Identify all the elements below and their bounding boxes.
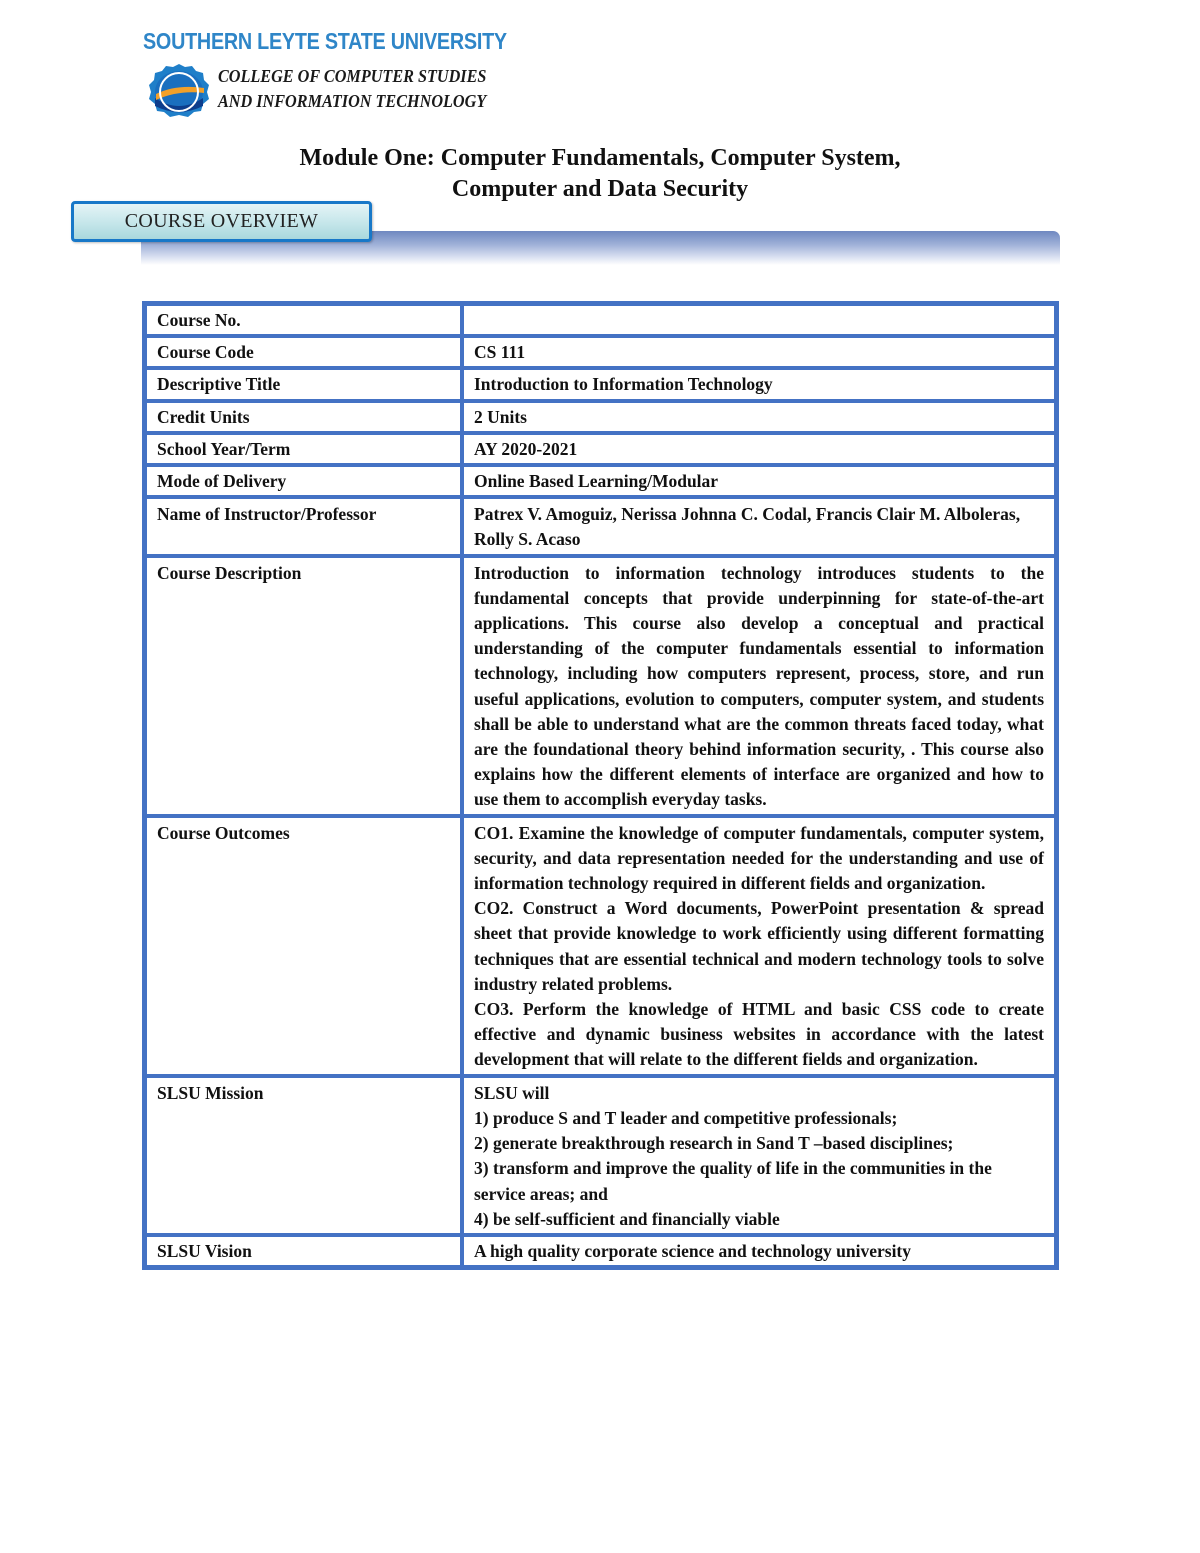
table-row-course-outcomes: Course Outcomes CO1. Examine the knowledg… <box>145 815 1056 1076</box>
row-value: A high quality corporate science and tec… <box>462 1234 1056 1268</box>
table-row-slsu-mission: SLSU Mission SLSU will 1) produce S and T … <box>145 1075 1056 1235</box>
row-label: School Year/Term <box>145 432 462 466</box>
row-label: Mode of Delivery <box>145 465 462 498</box>
row-value: CS 111 <box>462 336 1056 369</box>
row-value-line: AY 2020-2021 <box>474 438 578 459</box>
course-overview-tab: COURSE OVERVIEW <box>71 201 372 242</box>
row-value: Introduction to Information Technology <box>462 368 1056 401</box>
row-label: Name of Instructor/Professor <box>145 497 462 556</box>
row-label: Course No. <box>145 304 462 337</box>
university-seal-icon <box>149 64 209 117</box>
course-overview-table-body: Course No. Course Code CS 111 Descriptive T… <box>145 304 1056 1268</box>
college-name: COLLEGE OF COMPUTER STUDIES AND INFORMAT… <box>218 64 486 114</box>
row-label: Course Code <box>145 336 462 369</box>
row-label: Course Description <box>145 555 462 816</box>
row-value-line: 2 Units <box>474 406 527 427</box>
table-row-name-of-instructor-professor: Name of Instructor/Professor Patrex V. Am… <box>145 497 1056 556</box>
row-value-line: CO2. Construct a Word documents, PowerPo… <box>474 898 1044 994</box>
course-overview-table: Course No. Course Code CS 111 Descriptive T… <box>142 301 1059 1271</box>
row-value-line: 2) generate breakthrough research in San… <box>474 1133 954 1154</box>
row-value-line: 4) be self-sufficient and financially vi… <box>474 1208 780 1229</box>
table-row-school-year-term: School Year/Term AY 2020-2021 <box>145 432 1056 466</box>
row-value-line: CO3. Perform the knowledge of HTML and b… <box>474 999 1044 1070</box>
table-row-descriptive-title: Descriptive Title Introduction to Informa… <box>145 368 1056 401</box>
table-row-course-description: Course Description Introduction to inform… <box>145 555 1056 816</box>
table-row-mode-of-delivery: Mode of Delivery Online Based Learning/Mo… <box>145 465 1056 498</box>
row-value: CO1. Examine the knowledge of computer f… <box>462 815 1056 1076</box>
module-title: Module One: Computer Fundamentals, Compu… <box>0 143 1200 205</box>
row-label: Course Outcomes <box>145 815 462 1076</box>
row-value-line: 3) transform and improve the quality of … <box>474 1158 992 1204</box>
row-label: SLSU Vision <box>145 1234 462 1268</box>
row-value: SLSU will 1) produce S and T leader and c… <box>462 1075 1056 1235</box>
row-value-line: Online Based Learning/Modular <box>474 471 719 492</box>
module-title-line1: Module One: Computer Fundamentals, Compu… <box>299 145 901 171</box>
table-row-slsu-vision: SLSU Vision A high quality corporate scie… <box>145 1234 1056 1268</box>
row-label: Credit Units <box>145 400 462 433</box>
row-value: Introduction to information technology i… <box>462 555 1056 816</box>
row-value: AY 2020-2021 <box>462 432 1056 466</box>
row-value-line: CS 111 <box>474 342 526 363</box>
row-label: Descriptive Title <box>145 368 462 401</box>
college-name-line1: COLLEGE OF COMPUTER STUDIES <box>218 66 487 86</box>
row-value: Patrex V. Amoguiz, Nerissa Johnna C. Cod… <box>462 497 1056 556</box>
table-row-course-no: Course No. <box>145 304 1056 337</box>
row-value-line: 1) produce S and T leader and competitiv… <box>474 1107 898 1128</box>
table-row-course-code: Course Code CS 111 <box>145 336 1056 369</box>
row-value <box>462 304 1056 337</box>
table-row-credit-units: Credit Units 2 Units <box>145 400 1056 433</box>
college-name-line2: AND INFORMATION TECHNOLOGY <box>218 91 487 111</box>
row-value: 2 Units <box>462 400 1056 433</box>
row-value-line: Introduction to Information Technology <box>474 374 773 395</box>
row-value: Online Based Learning/Modular <box>462 465 1056 498</box>
row-value-line: CO1. Examine the knowledge of computer f… <box>474 822 1044 894</box>
row-label: SLSU Mission <box>145 1075 462 1235</box>
row-value-line: Introduction to information technology i… <box>474 562 1044 810</box>
row-value-line: A high quality corporate science and tec… <box>474 1240 912 1261</box>
row-value-line: SLSU will <box>474 1082 550 1103</box>
row-value-line: Patrex V. Amoguiz, Nerissa Johnna C. Cod… <box>474 504 1021 550</box>
university-name: SOUTHERN LEYTE STATE UNIVERSITY <box>143 28 507 54</box>
